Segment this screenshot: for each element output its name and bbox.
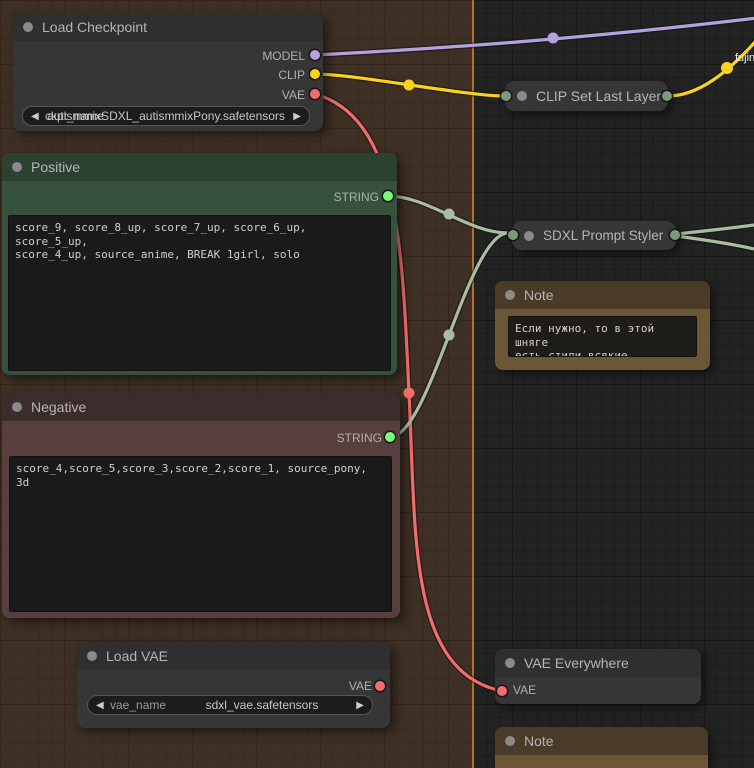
note-text[interactable]: Если нужно, то в этой шняге есть стили в… [508,316,697,357]
collapsed-input-port[interactable] [501,91,511,101]
output-string-label: STRING [337,431,382,445]
node-note-bottom[interactable]: Note [495,727,708,768]
vae-output-port[interactable] [310,89,320,99]
input-vae-label: VAE [513,683,536,697]
node-positive-titlebar[interactable]: Positive [2,153,397,181]
next-value-icon[interactable]: ▶ [293,107,301,125]
positive-prompt-textarea[interactable]: score_9, score_8_up, score_7_up, score_6… [8,215,391,371]
output-model-label: MODEL [262,49,305,63]
node-load-vae[interactable]: Load VAE VAE ◀ vae_name sdxl_vae.safeten… [77,642,390,728]
node-vae-everywhere-titlebar[interactable]: VAE Everywhere [495,649,701,677]
vae-input-port[interactable] [497,686,507,696]
collapse-dot-icon[interactable] [505,736,515,746]
node-clip-set-last-layer[interactable]: CLIP Set Last Layer [505,81,668,111]
clip-wire-2[interactable] [668,34,754,96]
node-title: SDXL Prompt Styler [543,228,663,243]
clip-output-port[interactable] [310,69,320,79]
node-note-styles[interactable]: Note Если нужно, то в этой шняге есть ст… [495,281,710,370]
collapse-dot-icon[interactable] [12,402,22,412]
node-load-checkpoint[interactable]: Load Checkpoint MODEL CLIP VAE ◀ ckpt_na… [13,13,323,131]
node-positive[interactable]: Positive STRING score_9, score_8_up, sco… [2,153,397,375]
ckpt-name-combo[interactable]: ◀ ckpt_name autismmixSDXL_autismmixPony.… [22,106,310,126]
collapse-dot-icon[interactable] [23,22,33,32]
collapsed-input-port[interactable] [508,230,518,240]
model-link-dot[interactable] [548,33,559,44]
node-sdxl-prompt-styler-titlebar[interactable]: SDXL Prompt Styler [512,221,676,250]
node-load-checkpoint-titlebar[interactable]: Load Checkpoint [13,13,323,41]
node-graph-canvas[interactable]: fujin Load Checkpoint MODEL CLIP VAE ◀ c… [0,0,754,768]
clip-link-dot-2[interactable] [721,62,733,74]
collapsed-output-port[interactable] [662,91,672,101]
model-wire-outline [315,14,754,55]
vae-name-label: vae_name [110,698,166,712]
output-string-label: STRING [334,190,379,204]
next-value-icon[interactable]: ▶ [356,696,364,714]
clip-wire2-outline [668,34,754,96]
node-title: Note [524,733,554,749]
node-title: Load VAE [106,648,168,664]
node-title: VAE Everywhere [524,655,629,671]
output-clip-label: CLIP [278,68,305,82]
styler-out-wire-2[interactable] [676,236,754,249]
prev-value-icon[interactable]: ◀ [96,696,104,714]
vae-name-combo[interactable]: ◀ vae_name sdxl_vae.safetensors ▶ [87,695,373,715]
node-sdxl-prompt-styler[interactable]: SDXL Prompt Styler [512,221,676,250]
node-negative-titlebar[interactable]: Negative [2,393,400,421]
prev-value-icon[interactable]: ◀ [31,107,39,125]
collapse-dot-icon[interactable] [517,91,527,101]
node-title: Positive [31,159,80,175]
wire-label: fujin [735,52,754,64]
node-load-vae-titlebar[interactable]: Load VAE [77,642,390,670]
vae-name-value: sdxl_vae.safetensors [178,698,346,712]
node-title: CLIP Set Last Layer [536,88,661,104]
node-note-titlebar[interactable]: Note [495,281,710,309]
vae-output-port[interactable] [375,681,385,691]
node-title: Negative [31,399,86,415]
negative-link-dot[interactable] [444,330,455,341]
collapse-dot-icon[interactable] [524,231,534,241]
collapse-dot-icon[interactable] [505,658,515,668]
clip-link-dot-1[interactable] [404,80,415,91]
collapse-dot-icon[interactable] [505,290,515,300]
node-negative[interactable]: Negative STRING score_4,score_5,score_3,… [2,393,400,618]
negative-prompt-textarea[interactable]: score_4,score_5,score_3,score_2,score_1,… [9,456,392,612]
string-output-port[interactable] [383,191,393,201]
model-output-port[interactable] [310,50,320,60]
output-vae-label: VAE [282,88,305,102]
node-clip-set-last-layer-titlebar[interactable]: CLIP Set Last Layer [505,81,668,111]
collapse-dot-icon[interactable] [12,162,22,172]
ckpt-name-value: autismmixSDXL_autismmixPony.safetensors [23,109,309,123]
positive-link-dot[interactable] [444,209,455,220]
node-title: Load Checkpoint [42,19,147,35]
node-title: Note [524,287,554,303]
node-note-titlebar[interactable]: Note [495,727,708,755]
collapse-dot-icon[interactable] [87,651,97,661]
vae-link-dot[interactable] [404,388,415,399]
collapsed-output-port[interactable] [670,230,680,240]
node-vae-everywhere[interactable]: VAE Everywhere VAE [495,649,701,704]
output-vae-label: VAE [349,679,372,693]
string-output-port[interactable] [385,432,395,442]
